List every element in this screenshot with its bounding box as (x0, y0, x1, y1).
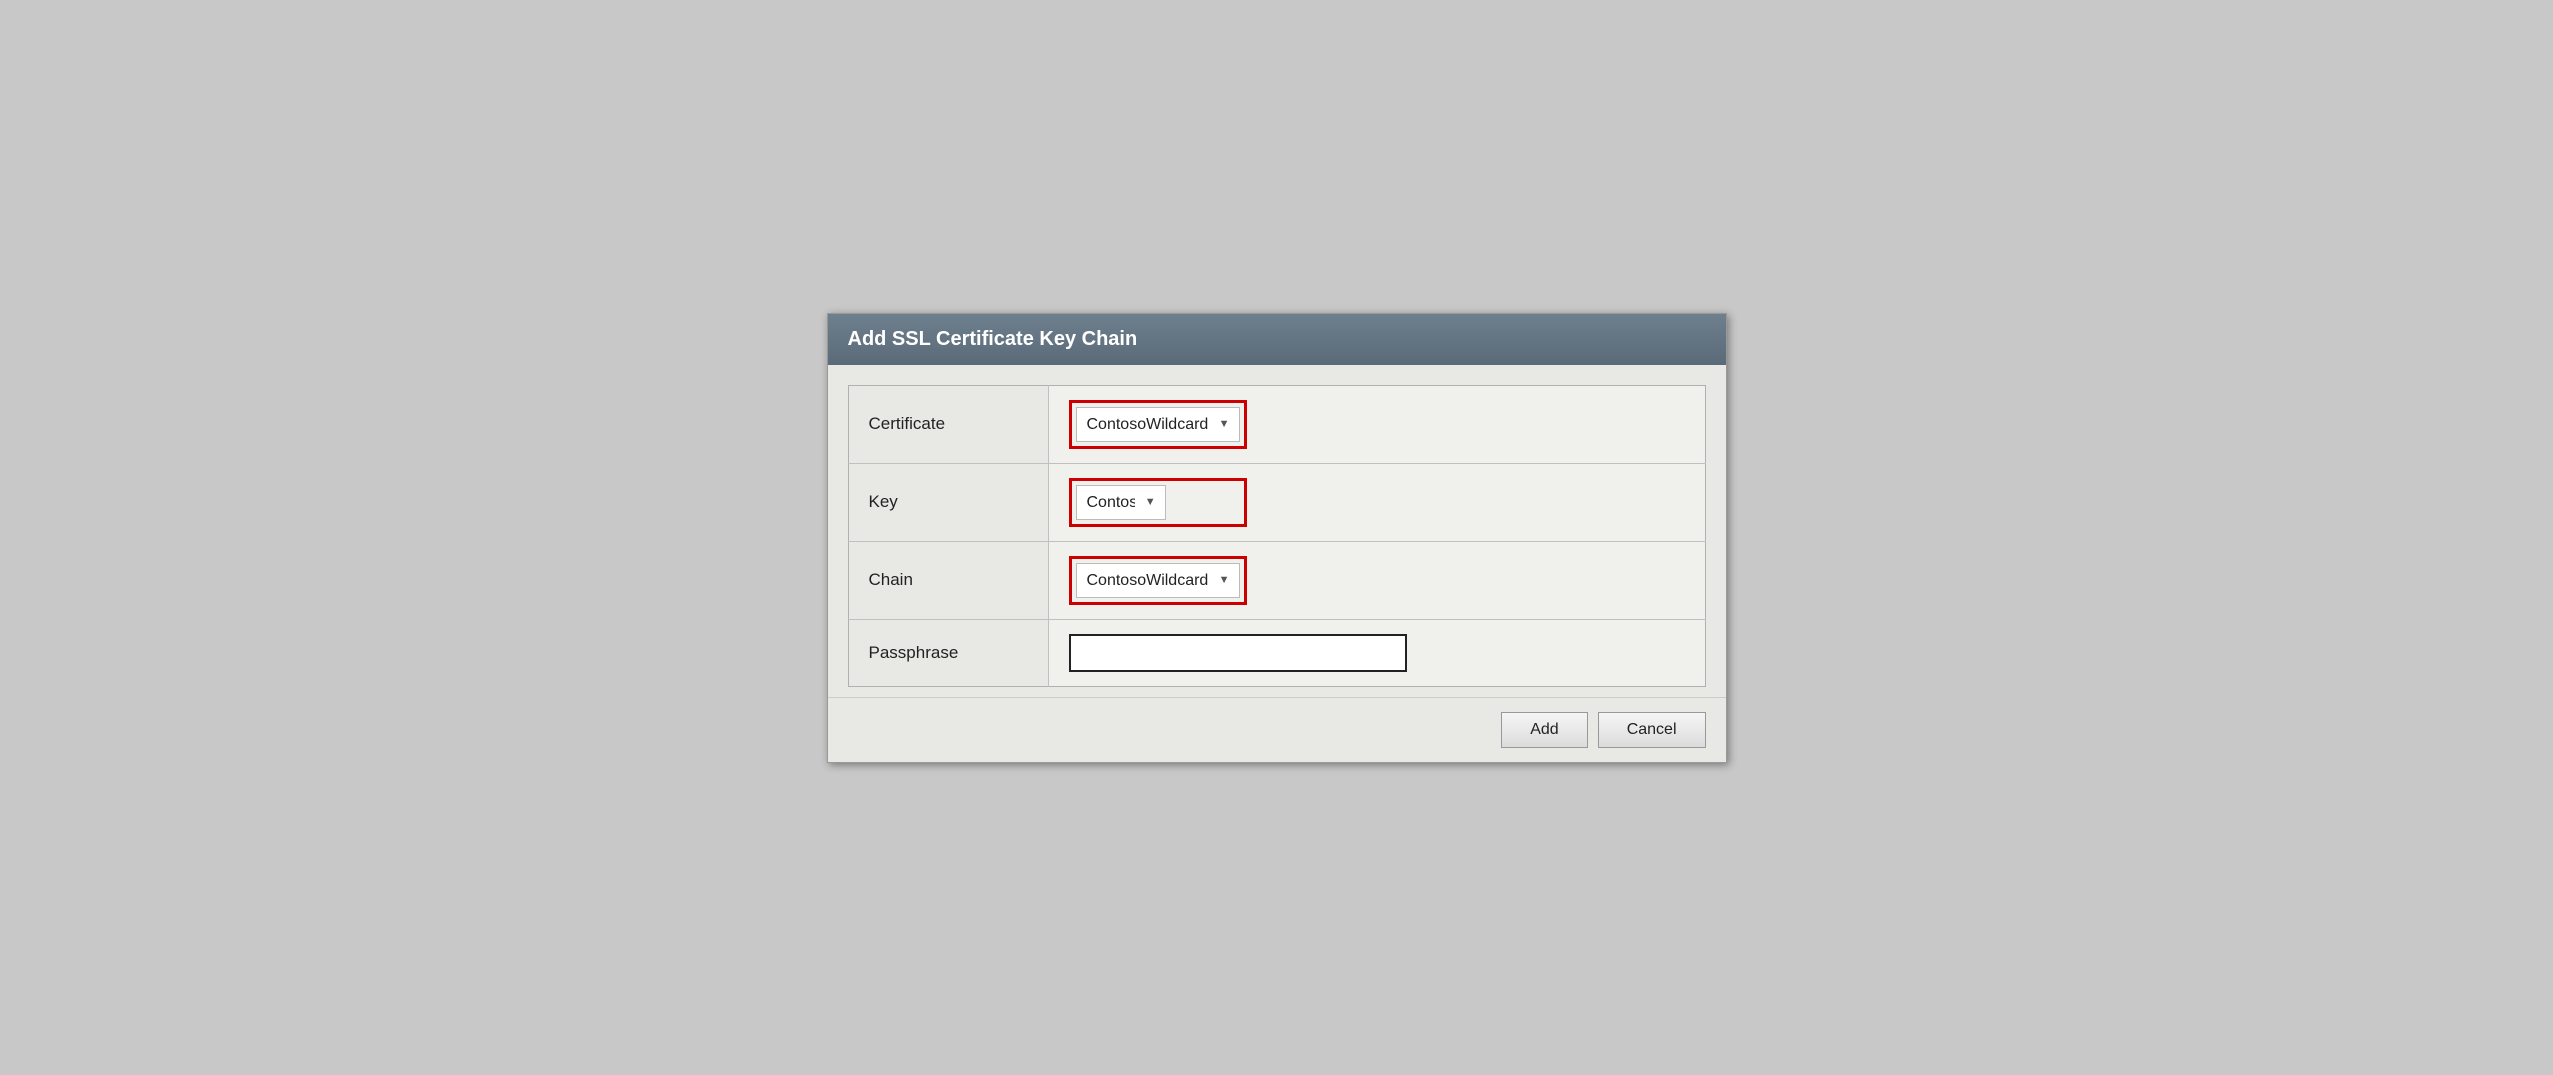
chain-select[interactable]: ContosoWildcard (1076, 563, 1240, 598)
certificate-row: Certificate ContosoWildcard (848, 385, 1705, 463)
add-button[interactable]: Add (1501, 712, 1587, 748)
add-ssl-dialog: Add SSL Certificate Key Chain Certificat… (827, 313, 1727, 763)
certificate-input-cell: ContosoWildcard (1048, 385, 1705, 463)
key-input-cell: ContosoWildcard (1048, 463, 1705, 541)
key-label: Key (848, 463, 1048, 541)
cancel-button[interactable]: Cancel (1598, 712, 1706, 748)
passphrase-input-cell (1048, 619, 1705, 686)
chain-select-wrapper: ContosoWildcard (1076, 563, 1240, 598)
certificate-highlight: ContosoWildcard (1069, 400, 1247, 449)
passphrase-label: Passphrase (848, 619, 1048, 686)
chain-input-cell: ContosoWildcard (1048, 541, 1705, 619)
chain-label: Chain (848, 541, 1048, 619)
key-select-wrapper: ContosoWildcard (1076, 485, 1166, 520)
key-select[interactable]: ContosoWildcard (1076, 485, 1166, 520)
key-highlight: ContosoWildcard (1069, 478, 1247, 527)
certificate-label: Certificate (848, 385, 1048, 463)
certificate-select[interactable]: ContosoWildcard (1076, 407, 1240, 442)
certificate-select-wrapper: ContosoWildcard (1076, 407, 1240, 442)
dialog-header: Add SSL Certificate Key Chain (828, 314, 1726, 365)
passphrase-row: Passphrase (848, 619, 1705, 686)
chain-highlight: ContosoWildcard (1069, 556, 1247, 605)
passphrase-input[interactable] (1069, 634, 1408, 672)
dialog-body: Certificate ContosoWildcard (828, 365, 1726, 697)
dialog-footer: Add Cancel (828, 697, 1726, 762)
key-row: Key ContosoWildcard (848, 463, 1705, 541)
dialog-title: Add SSL Certificate Key Chain (848, 328, 1138, 350)
form-table: Certificate ContosoWildcard (848, 385, 1706, 687)
chain-row: Chain ContosoWildcard (848, 541, 1705, 619)
